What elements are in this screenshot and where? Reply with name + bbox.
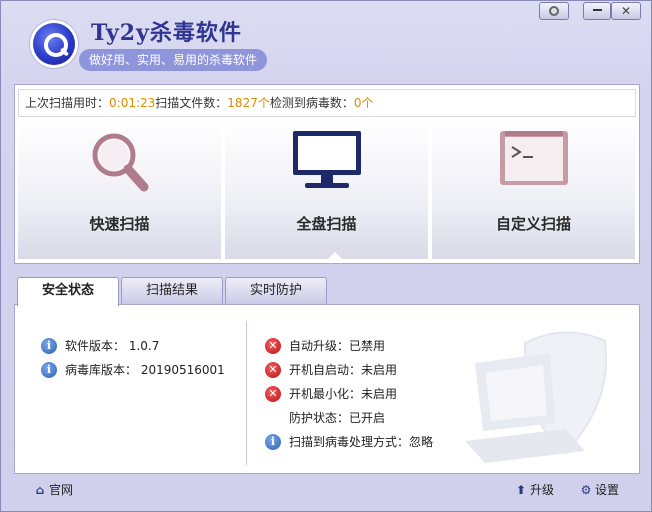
auto-start-text: 开机自启动：未启用 [289,363,398,377]
app-subtitle: 做好用、实用、易用的杀毒软件 [79,49,268,71]
official-site-link[interactable]: ⌂ 官网 [33,481,73,499]
upgrade-link[interactable]: ⬆ 升级 [514,481,554,499]
skin-button[interactable] [539,2,569,20]
home-icon: ⌂ [35,483,45,497]
app-logo [33,23,75,65]
official-site-label: 官网 [49,483,74,497]
start-minimized-text: 开机最小化：未启用 [289,387,398,401]
protection-status-text: 防护状态：已开启 [289,411,386,425]
minimize-icon [592,9,602,11]
terminal-icon [500,131,568,185]
security-status-panel: i 软件版本： 1.0.7 i 病毒库版本： 20190516001 ✕ 自动升… [14,304,640,474]
shield-computer-icon [465,331,608,463]
files-value: 1827个 [227,96,270,110]
magnifier-icon [92,133,149,192]
main-window: ✕ Ty2y杀毒软件 做好用、实用、易用的杀毒软件 上次扫描用时：0:01:23… [0,0,652,512]
custom-scan-button[interactable]: 自定义扫描 [432,121,636,259]
error-icon: ✕ [265,338,281,354]
info-icon: i [265,434,281,450]
auto-upgrade-text: 自动升级：已禁用 [289,339,386,353]
scan-panel: 上次扫描用时：0:01:23扫描文件数：1827个检测到病毒数：0个 快速扫描 [14,84,640,264]
recycle-icon [549,6,559,16]
close-icon: ✕ [620,4,632,18]
virus-label: 检测到病毒数： [269,96,354,110]
quick-scan-label: 快速扫描 [89,215,150,233]
monitor-icon [293,131,361,188]
settings-label: 设置 [595,483,620,497]
info-icon: i [41,362,57,378]
scan-buttons: 快速扫描 全盘扫描 自定义扫描 [18,121,636,260]
virus-db-version-text: 病毒库版本： 20190516001 [65,363,225,377]
virus-value: 0个 [353,96,374,110]
column-divider [246,321,247,465]
last-scan-value: 0:01:23 [109,96,156,110]
files-label: 扫描文件数： [155,96,228,110]
upgrade-label: 升级 [530,483,555,497]
quick-scan-button[interactable]: 快速扫描 [18,121,222,259]
tab-security-status[interactable]: 安全状态 [17,277,119,306]
tab-realtime-protection[interactable]: 实时防护 [225,277,327,305]
virus-action-text: 扫描到病毒处理方式：忽略 [289,435,434,449]
scan-stats-bar: 上次扫描用时：0:01:23扫描文件数：1827个检测到病毒数：0个 [18,89,636,117]
error-icon: ✕ [265,386,281,402]
app-title: Ty2y杀毒软件 [91,20,242,46]
tab-scan-results[interactable]: 扫描结果 [121,277,223,305]
minimize-button[interactable] [583,2,611,20]
info-icon: i [41,338,57,354]
error-icon: ✕ [265,362,281,378]
last-scan-label: 上次扫描用时： [25,96,110,110]
custom-scan-label: 自定义扫描 [495,215,571,233]
full-scan-button[interactable]: 全盘扫描 [225,121,429,260]
software-version-text: 软件版本： 1.0.7 [65,339,160,353]
gear-icon: ⚙ [580,483,592,497]
settings-link[interactable]: ⚙ 设置 [579,481,619,499]
full-scan-label: 全盘扫描 [296,215,357,233]
close-button[interactable]: ✕ [611,2,641,20]
selected-indicator [327,252,343,260]
upgrade-arrow-icon: ⬆ [515,483,527,497]
